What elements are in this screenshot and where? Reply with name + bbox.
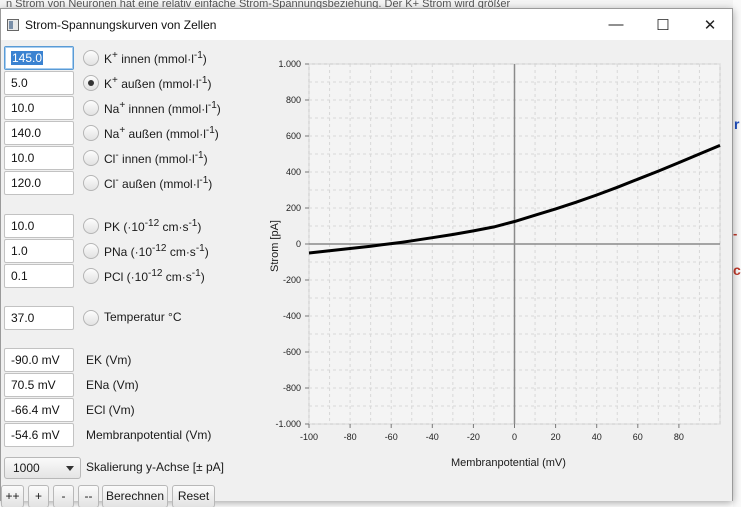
ena-label: ENa (Vm) bbox=[86, 378, 139, 392]
k-aussen-radio[interactable] bbox=[83, 75, 99, 91]
ek-label: EK (Vm) bbox=[86, 353, 132, 367]
y-tick-label: 1.000 bbox=[278, 59, 301, 69]
iv-chart-svg: 1.0008006004002000-200-400-600-800-1.000… bbox=[275, 59, 721, 442]
y-tick-label: 0 bbox=[296, 239, 301, 249]
maximize-button[interactable]: ☐ bbox=[640, 9, 686, 40]
y-tick-label: 600 bbox=[286, 131, 301, 141]
zoom-out-large-button[interactable]: -- bbox=[78, 485, 99, 507]
k-aussen-label: K+ außen (mmol·l-1) bbox=[104, 75, 212, 91]
x-axis-label: Membranpotential (mV) bbox=[451, 457, 566, 469]
na-innen-input[interactable]: 10.0 bbox=[4, 96, 74, 120]
cl-innen-radio[interactable] bbox=[83, 150, 99, 166]
background-page-edge bbox=[733, 0, 741, 507]
x-tick-label: -80 bbox=[344, 432, 357, 442]
y-scale-value: 1000 bbox=[13, 461, 40, 475]
calculate-button[interactable]: Berechnen bbox=[102, 485, 168, 507]
y-tick-label: -1.000 bbox=[275, 419, 301, 429]
x-tick-label: 0 bbox=[512, 432, 517, 442]
pk-input[interactable]: 10.0 bbox=[4, 214, 74, 238]
close-button[interactable]: ✕ bbox=[687, 9, 733, 40]
k-innen-input[interactable]: 145.0 bbox=[4, 46, 74, 70]
x-tick-label: 80 bbox=[674, 432, 684, 442]
membranpotential-label: Membranpotential (Vm) bbox=[86, 428, 212, 442]
temperature-label: Temperatur °C bbox=[104, 310, 182, 324]
cl-aussen-label: Cl- außen (mmol·l-1) bbox=[104, 175, 213, 191]
na-aussen-radio[interactable] bbox=[83, 125, 99, 141]
pna-input[interactable]: 1.0 bbox=[4, 239, 74, 263]
y-tick-label: -200 bbox=[283, 275, 301, 285]
window-title: Strom-Spannungskurven von Zellen bbox=[25, 18, 217, 32]
k-aussen-input[interactable]: 5.0 bbox=[4, 71, 74, 95]
ecl-output[interactable]: -66.4 mV bbox=[4, 398, 74, 422]
zoom-in-large-button[interactable]: ++ bbox=[1, 485, 24, 507]
temperature-input[interactable]: 37.0 bbox=[4, 306, 74, 330]
cl-aussen-input[interactable]: 120.0 bbox=[4, 171, 74, 195]
pcl-label: PCl (·10-12 cm·s-1) bbox=[104, 268, 205, 284]
cl-aussen-radio[interactable] bbox=[83, 175, 99, 191]
na-innen-label: Na+ innnen (mmol·l-1) bbox=[104, 100, 221, 116]
x-tick-label: -40 bbox=[426, 432, 439, 442]
x-tick-label: -20 bbox=[467, 432, 480, 442]
k-innen-radio[interactable] bbox=[83, 50, 99, 66]
x-tick-label: -60 bbox=[385, 432, 398, 442]
app-window: Strom-Spannungskurven von Zellen — ☐ ✕ 1… bbox=[0, 8, 733, 507]
pcl-radio[interactable] bbox=[83, 268, 99, 284]
minimize-button[interactable]: — bbox=[593, 9, 639, 40]
chevron-down-icon bbox=[66, 466, 74, 471]
title-bar: Strom-Spannungskurven von Zellen — ☐ ✕ bbox=[1, 9, 732, 40]
x-tick-label: 40 bbox=[592, 432, 602, 442]
cl-innen-label: Cl- innen (mmol·l-1) bbox=[104, 150, 208, 166]
app-icon bbox=[7, 19, 19, 31]
na-aussen-input[interactable]: 140.0 bbox=[4, 121, 74, 145]
y-tick-label: -800 bbox=[283, 383, 301, 393]
iv-chart: 1.000 800 600 400 200 0 -200 -400 -600 -800 -1.000… bbox=[251, 50, 729, 475]
background-mark: r bbox=[734, 116, 740, 132]
x-tick-label: 60 bbox=[633, 432, 643, 442]
pna-label: PNa (·10-12 cm·s-1) bbox=[104, 243, 209, 259]
ecl-label: ECl (Vm) bbox=[86, 403, 135, 417]
zoom-in-button[interactable]: + bbox=[28, 485, 49, 507]
zoom-out-button[interactable]: - bbox=[53, 485, 74, 507]
y-scale-select[interactable]: 1000 bbox=[4, 457, 81, 479]
reset-button[interactable]: Reset bbox=[172, 485, 215, 507]
ena-output[interactable]: 70.5 mV bbox=[4, 373, 74, 397]
main-content: 145.0 K+ innen (mmol·l-1) 5.0 K+ außen (… bbox=[1, 40, 732, 507]
y-tick-label: 200 bbox=[286, 203, 301, 213]
pna-radio[interactable] bbox=[83, 243, 99, 259]
x-tick-label: -100 bbox=[300, 432, 318, 442]
y-tick-label: -600 bbox=[283, 347, 301, 357]
cl-innen-input[interactable]: 10.0 bbox=[4, 146, 74, 170]
pcl-input[interactable]: 0.1 bbox=[4, 264, 74, 288]
background-mark: c bbox=[733, 262, 741, 278]
y-scale-label: Skalierung y-Achse [± pA] bbox=[86, 460, 224, 474]
y-tick-label: -400 bbox=[283, 311, 301, 321]
pk-label: PK (·10-12 cm·s-1) bbox=[104, 218, 202, 234]
ek-output[interactable]: -90.0 mV bbox=[4, 348, 74, 372]
pk-radio[interactable] bbox=[83, 218, 99, 234]
y-tick-label: 400 bbox=[286, 167, 301, 177]
k-innen-label: K+ innen (mmol·l-1) bbox=[104, 50, 207, 66]
x-tick-label: 20 bbox=[551, 432, 561, 442]
temperature-radio[interactable] bbox=[83, 310, 99, 326]
na-innen-radio[interactable] bbox=[83, 100, 99, 116]
y-tick-label: 800 bbox=[286, 95, 301, 105]
na-aussen-label: Na+ außen (mmol·l-1) bbox=[104, 125, 219, 141]
membranpotential-output[interactable]: -54.6 mV bbox=[4, 423, 74, 447]
background-mark: - bbox=[733, 226, 738, 241]
y-axis-label: Strom [pA] bbox=[269, 220, 281, 272]
